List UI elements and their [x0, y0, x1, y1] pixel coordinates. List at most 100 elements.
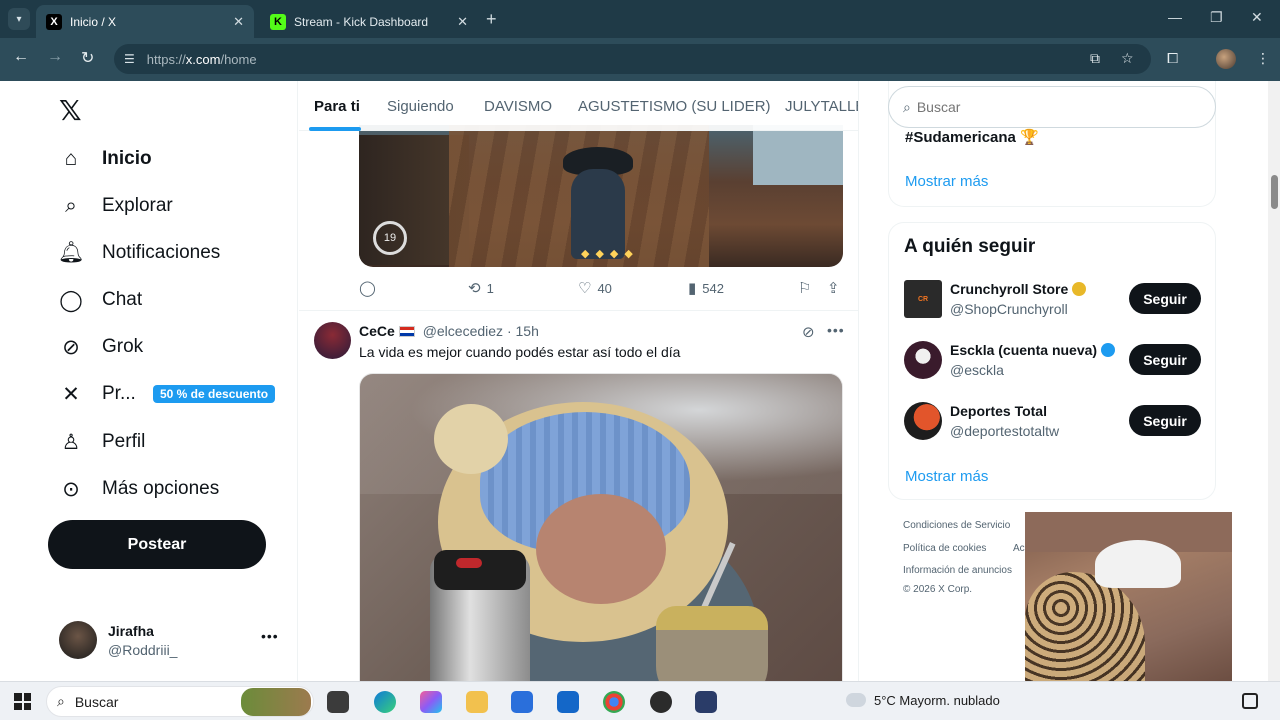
- post-media-image[interactable]: 19 ◆◆◆◆: [359, 125, 843, 267]
- footer-link-cookies[interactable]: Política de cookies: [903, 543, 986, 554]
- post-media-image[interactable]: [359, 373, 843, 681]
- app-icon[interactable]: [695, 691, 717, 713]
- footer-link-accessibility[interactable]: Ac: [1013, 543, 1025, 554]
- reload-icon[interactable]: ↻: [81, 48, 94, 68]
- chrome-icon[interactable]: [603, 691, 625, 713]
- windows-start-icon[interactable]: [14, 693, 31, 710]
- tab-x-home[interactable]: X Inicio / X ✕: [36, 5, 254, 38]
- sidebar-item-premium[interactable]: ✕ Pr...: [58, 374, 136, 414]
- follow-button[interactable]: Seguir: [1129, 344, 1201, 375]
- taskbar-search[interactable]: ⌕ Buscar: [46, 686, 314, 717]
- avatar[interactable]: [904, 341, 942, 379]
- follow-suggestion[interactable]: Deportes Total @deportestotaltw Seguir: [904, 402, 1204, 442]
- obs-icon[interactable]: [650, 691, 672, 713]
- sidebar-item-perfil[interactable]: ♙ Perfil: [58, 422, 146, 462]
- show-more-link[interactable]: Mostrar más: [905, 468, 988, 485]
- like-button[interactable]: ♡ 40: [578, 279, 612, 297]
- tab-search-chevron-icon[interactable]: ▾: [8, 8, 30, 30]
- file-explorer-icon[interactable]: [466, 691, 488, 713]
- white-cap-art: [1095, 540, 1181, 588]
- follow-suggestion[interactable]: CR Crunchyroll Store @ShopCrunchyroll Se…: [904, 280, 1204, 320]
- footer-link-ads-info[interactable]: Información de anuncios: [903, 565, 1012, 576]
- follow-button[interactable]: Seguir: [1129, 405, 1201, 436]
- follow-button[interactable]: Seguir: [1129, 283, 1201, 314]
- outlook-icon[interactable]: [557, 691, 579, 713]
- sidebar-item-explorar[interactable]: ⌕ Explorar: [58, 186, 173, 226]
- avatar[interactable]: CR: [904, 280, 942, 318]
- account-name[interactable]: Esckla (cuenta nueva): [950, 342, 1116, 358]
- avatar[interactable]: [904, 402, 942, 440]
- bookmark-button[interactable]: ⚐: [798, 279, 817, 297]
- tab-para-ti[interactable]: Para ti: [314, 98, 360, 115]
- tab-julytaller[interactable]: JULYTALLER: [785, 98, 858, 115]
- follow-suggestion[interactable]: Esckla (cuenta nueva) @esckla Seguir: [904, 341, 1204, 381]
- cheetah-art: [1025, 572, 1145, 681]
- search-input[interactable]: [916, 99, 1167, 115]
- notification-icon[interactable]: [1242, 693, 1258, 709]
- edge-icon[interactable]: [374, 691, 396, 713]
- premium-discount-badge[interactable]: 50 % de descuento: [153, 385, 276, 403]
- account-name[interactable]: Deportes Total: [950, 403, 1047, 419]
- tab-davismo[interactable]: DAVISMO: [484, 98, 552, 115]
- main-feed: Para ti Siguiendo DAVISMO AGUSTETISMO (S…: [299, 81, 859, 681]
- back-arrow-icon[interactable]: ←: [13, 48, 29, 66]
- new-tab-icon[interactable]: +: [486, 9, 497, 30]
- repost-button[interactable]: ⟲ 1: [468, 279, 494, 297]
- footer-link-terms[interactable]: Condiciones de Servicio: [903, 520, 1010, 531]
- tab-siguiendo[interactable]: Siguiendo: [387, 98, 454, 115]
- views-button[interactable]: ▮ 542: [688, 279, 724, 297]
- x-logo-icon[interactable]: 𝕏: [59, 94, 82, 127]
- copilot-icon[interactable]: [420, 691, 442, 713]
- sidebar-item-notificaciones[interactable]: 🔔︎ Notificaciones: [57, 233, 221, 273]
- tab-agustetismo[interactable]: AGUSTETISMO (SU LIDER): [578, 98, 771, 115]
- author-handle[interactable]: @elcecediez: [423, 323, 503, 339]
- extensions-puzzle-icon[interactable]: ⧠: [1167, 50, 1178, 67]
- bookmark-icon: ⚐: [798, 280, 812, 297]
- active-tab-indicator: [309, 127, 361, 131]
- post-time[interactable]: · 15h: [507, 323, 539, 339]
- sidebar-item-grok[interactable]: ⊘ Grok: [58, 327, 143, 367]
- bell-icon: 🔔︎: [57, 241, 85, 264]
- account-name[interactable]: Crunchyroll Store: [950, 281, 1087, 297]
- minimize-icon[interactable]: —: [1168, 9, 1182, 25]
- show-more-link[interactable]: Mostrar más: [905, 173, 988, 190]
- profile-avatar[interactable]: [1216, 49, 1236, 69]
- scrollbar-thumb[interactable]: [1271, 175, 1278, 209]
- more-dots-icon[interactable]: •••: [827, 322, 845, 338]
- bookmark-star-icon[interactable]: ☆: [1121, 50, 1134, 67]
- close-tab-icon[interactable]: ✕: [457, 14, 468, 30]
- search-box[interactable]: ⌕: [888, 86, 1216, 128]
- browser-menu-icon[interactable]: ⋮: [1256, 50, 1270, 67]
- close-tab-icon[interactable]: ✕: [233, 14, 244, 30]
- forward-arrow-icon[interactable]: →: [47, 48, 63, 66]
- sidebar-item-label: Notificaciones: [102, 242, 221, 263]
- reply-button[interactable]: ◯: [359, 279, 382, 297]
- trend-item[interactable]: #Sudamericana 🏆: [905, 128, 1039, 146]
- grok-icon[interactable]: ⊘: [802, 323, 815, 341]
- site-settings-icon[interactable]: ☰: [124, 52, 135, 66]
- sidebar-item-inicio[interactable]: ⌂ Inicio: [58, 139, 152, 179]
- sidebar-item-label: Grok: [102, 336, 144, 357]
- account-switcher[interactable]: Jirafha @Roddriii_ •••: [59, 621, 279, 661]
- share-button[interactable]: ⇪: [827, 279, 846, 297]
- address-bar[interactable]: ☰ https://x.com/home: [114, 44, 1151, 74]
- tab-kick-dashboard[interactable]: K Stream - Kick Dashboard ✕: [260, 5, 478, 38]
- task-view-icon[interactable]: [327, 691, 349, 713]
- restore-icon[interactable]: ❐: [1210, 9, 1223, 26]
- close-window-icon[interactable]: ✕: [1251, 9, 1263, 26]
- microsoft-store-icon[interactable]: [511, 691, 533, 713]
- more-dots-icon[interactable]: •••: [261, 628, 279, 644]
- sidebar-item-label: Más opciones: [102, 478, 220, 499]
- avatar[interactable]: [314, 322, 351, 359]
- sidebar-item-chat[interactable]: ◯ Chat: [58, 280, 142, 320]
- sidebar-item-mas-opciones[interactable]: ⊙ Más opciones: [58, 469, 219, 509]
- author-name[interactable]: CeCe: [359, 323, 395, 339]
- install-app-icon[interactable]: ⧉: [1090, 50, 1100, 67]
- game-hud-icons: ◆◆◆◆: [581, 248, 639, 260]
- thermos-button-art: [456, 558, 482, 568]
- post-button[interactable]: Postear: [48, 520, 266, 569]
- copyright-text: © 2026 X Corp.: [903, 584, 973, 595]
- weather-widget[interactable]: 5°C Mayorm. nublado: [846, 693, 1000, 708]
- post[interactable]: CeCe @elcecediez · 15h ⊘ ••• La vida es …: [299, 311, 858, 681]
- page-scrollbar[interactable]: [1268, 81, 1280, 681]
